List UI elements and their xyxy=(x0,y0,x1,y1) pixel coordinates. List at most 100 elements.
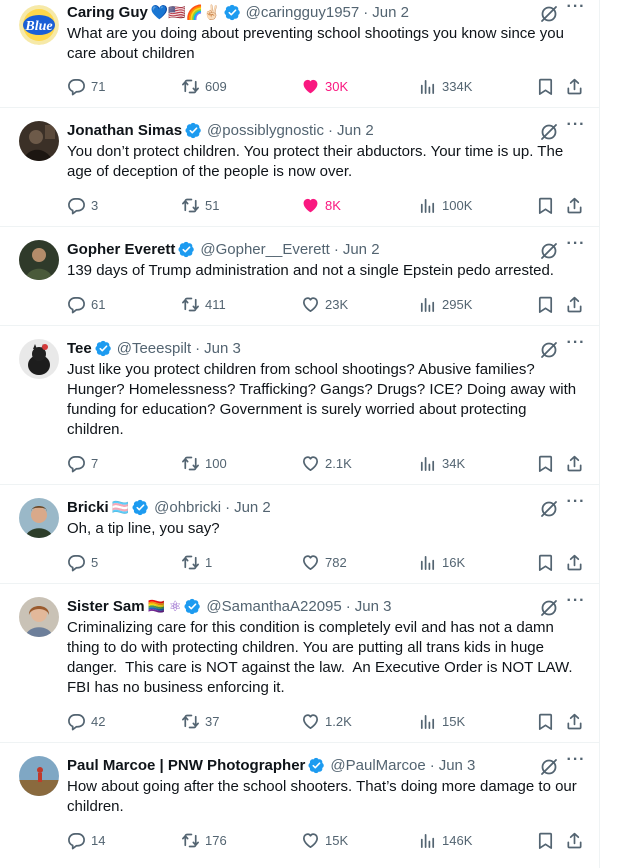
avatar[interactable] xyxy=(19,597,59,637)
reply-button[interactable]: 42 xyxy=(67,711,105,731)
avatar[interactable] xyxy=(19,498,59,538)
bookmark-button[interactable] xyxy=(536,294,555,314)
display-name[interactable]: Tee xyxy=(67,340,92,357)
tweet-date[interactable]: Jun 2 xyxy=(234,499,271,516)
share-button[interactable] xyxy=(565,294,584,314)
reply-button[interactable]: 14 xyxy=(67,830,105,850)
reply-count: 5 xyxy=(91,554,99,570)
reply-button[interactable]: 61 xyxy=(67,294,105,314)
more-options-icon[interactable]: ··· xyxy=(565,752,587,773)
bookmark-button[interactable] xyxy=(536,711,555,731)
handle[interactable]: @possiblygnostic xyxy=(207,122,324,139)
heart-icon xyxy=(301,295,320,314)
display-name[interactable]: Caring Guy xyxy=(67,4,148,21)
handle[interactable]: @Gopher__Everett xyxy=(200,241,329,258)
grok-icon[interactable] xyxy=(539,499,559,519)
handle[interactable]: @caringguy1957 xyxy=(246,4,360,21)
reply-button[interactable]: 7 xyxy=(67,453,98,473)
avatar[interactable] xyxy=(19,121,59,161)
more-options-icon[interactable]: ··· xyxy=(565,593,587,614)
avatar[interactable] xyxy=(19,339,59,379)
display-name[interactable]: Jonathan Simas xyxy=(67,122,182,139)
tweet-text: Oh, a tip line, you say? xyxy=(67,520,220,537)
tweet[interactable]: Paul Marcoe | PNW Photographer @PaulMarc… xyxy=(0,743,600,868)
views-button[interactable]: 15K xyxy=(418,711,465,731)
tweet[interactable]: Blue Caring Guy 💙🇺🇸🌈✌🏻 @caringguy1957 · … xyxy=(0,0,600,108)
tweet-date[interactable]: Jun 3 xyxy=(204,340,241,357)
grok-icon[interactable] xyxy=(539,241,559,261)
bookmark-button[interactable] xyxy=(536,76,555,96)
tweet[interactable]: Bricki 🏳️‍⚧️ @ohbricki · Jun 2 ··· Oh, a… xyxy=(0,485,600,584)
bookmark-button[interactable] xyxy=(536,830,555,850)
display-name[interactable]: Sister Sam xyxy=(67,598,145,615)
tweet-date[interactable]: Jun 3 xyxy=(355,598,392,615)
tweet-date[interactable]: Jun 2 xyxy=(372,4,409,21)
display-name[interactable]: Bricki xyxy=(67,499,109,516)
views-icon xyxy=(418,553,437,572)
grok-icon[interactable] xyxy=(539,4,559,24)
repost-button[interactable]: 411 xyxy=(181,294,226,314)
share-button[interactable] xyxy=(565,552,584,572)
handle[interactable]: @SamanthaA22095 xyxy=(206,598,341,615)
more-options-icon[interactable]: ··· xyxy=(565,0,587,20)
tweet[interactable]: Jonathan Simas @possiblygnostic · Jun 2 … xyxy=(0,108,600,227)
more-options-icon[interactable]: ··· xyxy=(565,117,587,138)
views-button[interactable]: 334K xyxy=(418,76,472,96)
reply-button[interactable]: 3 xyxy=(67,195,98,215)
like-button[interactable]: 1.2K xyxy=(301,711,352,731)
share-button[interactable] xyxy=(565,195,584,215)
display-name[interactable]: Gopher Everett xyxy=(67,241,175,258)
repost-button[interactable]: 1 xyxy=(181,552,212,572)
like-button[interactable]: 15K xyxy=(301,830,348,850)
views-icon xyxy=(418,831,437,850)
grok-icon[interactable] xyxy=(539,598,559,618)
handle[interactable]: @ohbricki xyxy=(154,499,221,516)
bookmark-icon xyxy=(536,77,555,96)
bookmark-button[interactable] xyxy=(536,552,555,572)
like-button[interactable]: 782 xyxy=(301,552,347,572)
like-button[interactable]: 8K xyxy=(301,195,341,215)
reply-button[interactable]: 71 xyxy=(67,76,105,96)
repost-button[interactable]: 176 xyxy=(181,830,227,850)
avatar[interactable] xyxy=(19,756,59,796)
share-button[interactable] xyxy=(565,830,584,850)
display-name[interactable]: Paul Marcoe | PNW Photographer xyxy=(67,757,305,774)
handle[interactable]: @Teeespilt xyxy=(117,340,191,357)
share-button[interactable] xyxy=(565,711,584,731)
tweet[interactable]: Gopher Everett @Gopher__Everett · Jun 2 … xyxy=(0,227,600,326)
tweet-date[interactable]: Jun 3 xyxy=(439,757,476,774)
more-options-icon[interactable]: ··· xyxy=(565,335,587,356)
more-options-icon[interactable]: ··· xyxy=(565,236,587,257)
grok-icon[interactable] xyxy=(539,122,559,142)
tweet[interactable]: Tee @Teeespilt · Jun 3 ··· Just like you… xyxy=(0,326,600,485)
tweet[interactable]: Sister Sam 🏳️‍🌈 ⚛ @SamanthaA22095 · Jun … xyxy=(0,584,600,743)
repost-button[interactable]: 37 xyxy=(181,711,219,731)
grok-icon[interactable] xyxy=(539,757,559,777)
repost-button[interactable]: 100 xyxy=(181,453,227,473)
views-button[interactable]: 34K xyxy=(418,453,465,473)
more-options-icon[interactable]: ··· xyxy=(565,494,587,515)
reply-button[interactable]: 5 xyxy=(67,552,98,572)
bookmark-button[interactable] xyxy=(536,453,555,473)
views-button[interactable]: 146K xyxy=(418,830,472,850)
handle[interactable]: @PaulMarcoe xyxy=(330,757,425,774)
share-button[interactable] xyxy=(565,453,584,473)
repost-icon xyxy=(181,295,200,314)
tweet-date[interactable]: Jun 2 xyxy=(337,122,374,139)
views-button[interactable]: 100K xyxy=(418,195,472,215)
avatar[interactable]: Blue xyxy=(19,5,59,45)
repost-count: 609 xyxy=(205,78,227,94)
views-button[interactable]: 16K xyxy=(418,552,465,572)
share-button[interactable] xyxy=(565,76,584,96)
repost-button[interactable]: 609 xyxy=(181,76,227,96)
tweet-text: What are you doing about preventing scho… xyxy=(67,25,569,62)
like-button[interactable]: 30K xyxy=(301,76,348,96)
like-button[interactable]: 2.1K xyxy=(301,453,352,473)
tweet-date[interactable]: Jun 2 xyxy=(343,241,380,258)
repost-button[interactable]: 51 xyxy=(181,195,219,215)
avatar[interactable] xyxy=(19,240,59,280)
grok-icon[interactable] xyxy=(539,340,559,360)
bookmark-button[interactable] xyxy=(536,195,555,215)
like-button[interactable]: 23K xyxy=(301,294,348,314)
views-button[interactable]: 295K xyxy=(418,294,472,314)
